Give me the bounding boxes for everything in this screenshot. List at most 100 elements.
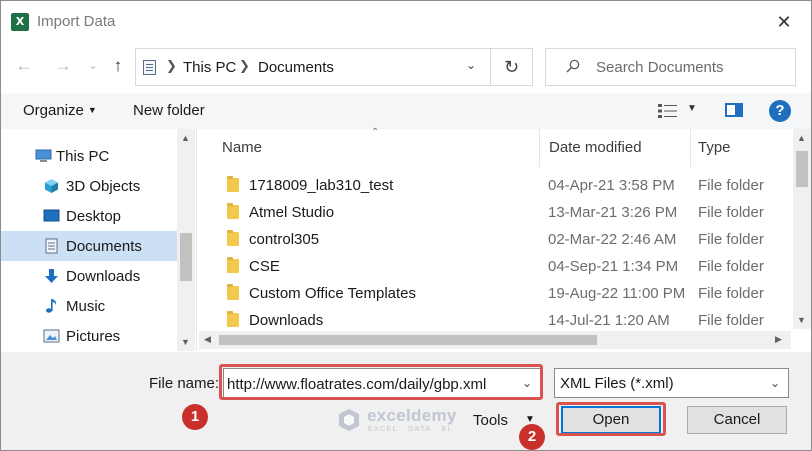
column-header-date-modified[interactable]: Date modified — [549, 139, 642, 156]
sort-ascending-icon: ⌃ — [371, 127, 380, 138]
scrollbar-thumb[interactable] — [180, 233, 192, 281]
sidebar-item-label: Pictures — [66, 328, 121, 345]
download-icon — [45, 269, 58, 283]
arrow-left-icon[interactable]: ← — [13, 55, 35, 77]
watermark-brand: exceldemy — [367, 406, 457, 425]
file-name: Atmel Studio — [249, 204, 335, 221]
table-row[interactable]: Downloads 14-Jul-21 1:20 AM File folder — [213, 307, 791, 334]
sidebar-item-downloads[interactable]: Downloads — [1, 261, 177, 291]
arrow-up-icon[interactable]: ↑ — [107, 55, 129, 77]
chevron-down-icon[interactable]: ⌄ — [522, 376, 532, 390]
toolbar: Organize ▼ New folder ▼ ? — [1, 93, 811, 129]
sidebar-item-3d-objects[interactable]: 3D Objects — [1, 171, 177, 201]
sidebar-item-desktop[interactable]: Desktop — [1, 201, 177, 231]
search-box[interactable] — [545, 48, 796, 86]
table-row[interactable]: control305 02-Mar-22 2:46 AM File folder — [213, 226, 791, 253]
sidebar-item-documents[interactable]: Documents — [1, 231, 177, 261]
computer-icon — [35, 149, 52, 162]
column-divider[interactable] — [690, 129, 691, 167]
chevron-right-icon: ❯ — [166, 58, 177, 73]
scroll-right-icon[interactable]: ▶ — [775, 334, 782, 345]
column-divider[interactable] — [539, 129, 540, 167]
navigation-pane: This PC 3D Objects Desktop Documents Dow… — [1, 129, 197, 351]
refresh-icon[interactable]: ↻ — [490, 49, 532, 85]
sidebar-item-label: Documents — [66, 238, 142, 255]
chevron-down-icon[interactable]: ⌄ — [82, 55, 104, 77]
file-type-select[interactable]: XML Files (*.xml) ⌄ — [554, 368, 789, 398]
scrollbar-thumb[interactable] — [219, 335, 597, 345]
file-date: 04-Sep-21 1:34 PM — [548, 258, 679, 275]
file-date: 04-Apr-21 3:58 PM — [548, 177, 675, 194]
file-date: 02-Mar-22 2:46 AM — [548, 231, 677, 248]
cube-icon — [45, 179, 58, 193]
file-type: File folder — [698, 231, 764, 248]
file-name-input[interactable] — [227, 374, 515, 394]
file-name: Downloads — [249, 312, 324, 329]
folder-icon — [227, 257, 239, 273]
file-type: File folder — [698, 258, 764, 275]
navigation-scrollbar[interactable]: ▲ ▼ — [177, 129, 195, 351]
desktop-icon — [43, 209, 60, 222]
scroll-up-icon[interactable]: ▲ — [181, 133, 190, 143]
file-type: File folder — [698, 177, 764, 194]
import-data-dialog: X Import Data ✕ ← → ⌄ ↑ ❯ This PC ❯ Docu… — [0, 0, 812, 451]
arrow-right-icon[interactable]: → — [52, 55, 74, 77]
dialog-footer: File name: ⌄ XML Files (*.xml) ⌄ excelde… — [1, 352, 811, 450]
breadcrumb-this-pc[interactable]: This PC — [183, 59, 236, 76]
horizontal-scrollbar[interactable]: ◀ ▶ — [199, 331, 791, 349]
tools-button[interactable]: Tools — [473, 412, 508, 429]
file-date: 13-Mar-21 3:26 PM — [548, 204, 678, 221]
organize-button[interactable]: Organize ▼ — [23, 102, 97, 119]
caret-down-icon: ▼ — [87, 105, 97, 115]
sidebar-item-this-pc[interactable]: This PC — [1, 141, 177, 171]
cancel-button[interactable]: Cancel — [687, 406, 787, 434]
scrollbar-thumb[interactable] — [796, 151, 808, 187]
table-row[interactable]: 1718009_lab310_test 04-Apr-21 3:58 PM Fi… — [213, 172, 791, 199]
title-bar: X Import Data ✕ — [1, 1, 811, 43]
sidebar-item-label: Music — [66, 298, 106, 315]
watermark-tagline: EXCEL · DATA · BI — [368, 426, 451, 433]
table-row[interactable]: CSE 04-Sep-21 1:34 PM File folder — [213, 253, 791, 280]
scroll-left-icon[interactable]: ◀ — [204, 334, 211, 345]
scroll-down-icon[interactable]: ▼ — [797, 315, 806, 325]
address-bar[interactable]: ❯ This PC ❯ Documents ⌄ ↻ — [135, 48, 533, 86]
vertical-scrollbar[interactable]: ▲ ▼ — [793, 129, 811, 329]
file-name-combobox[interactable]: ⌄ — [223, 368, 541, 398]
file-name: control305 — [249, 231, 320, 248]
view-options-icon[interactable] — [658, 103, 678, 119]
file-name-label: File name: — [149, 375, 220, 392]
sidebar-item-pictures[interactable]: Pictures — [1, 321, 177, 351]
open-button[interactable]: Open — [561, 406, 661, 434]
file-type: File folder — [698, 312, 764, 329]
file-name: CSE — [249, 258, 280, 275]
table-row[interactable]: Custom Office Templates 19-Aug-22 11:00 … — [213, 280, 791, 307]
table-row[interactable]: Atmel Studio 13-Mar-21 3:26 PM File fold… — [213, 199, 791, 226]
folder-icon — [227, 176, 239, 192]
step-badge-1: 1 — [182, 404, 208, 430]
file-type-value: XML Files (*.xml) — [560, 375, 674, 392]
search-input[interactable] — [596, 57, 786, 77]
sidebar-item-label: 3D Objects — [66, 178, 141, 195]
sidebar-item-music[interactable]: Music — [1, 291, 177, 321]
step-badge-2: 2 — [519, 424, 545, 450]
folder-icon — [227, 230, 239, 246]
close-button[interactable]: ✕ — [767, 7, 801, 37]
preview-pane-icon[interactable] — [725, 103, 743, 117]
excel-icon: X — [11, 13, 29, 31]
chevron-down-icon: ⌄ — [769, 376, 780, 390]
chevron-down-icon[interactable]: ⌄ — [466, 58, 476, 72]
scroll-up-icon[interactable]: ▲ — [797, 133, 806, 143]
breadcrumb-documents[interactable]: Documents — [258, 59, 334, 76]
folder-icon — [227, 311, 239, 327]
document-icon — [45, 238, 58, 254]
help-icon[interactable]: ? — [769, 100, 791, 122]
new-folder-button[interactable]: New folder — [133, 102, 205, 119]
column-header-type[interactable]: Type — [698, 139, 731, 156]
file-list: ⌃ Name Date modified Type 1718009_lab310… — [199, 127, 811, 351]
music-icon — [46, 299, 57, 313]
folder-icon — [227, 284, 239, 300]
scroll-down-icon[interactable]: ▼ — [181, 337, 190, 347]
search-icon — [566, 59, 580, 73]
column-header-name[interactable]: Name — [222, 139, 262, 156]
caret-down-icon[interactable]: ▼ — [687, 103, 697, 114]
